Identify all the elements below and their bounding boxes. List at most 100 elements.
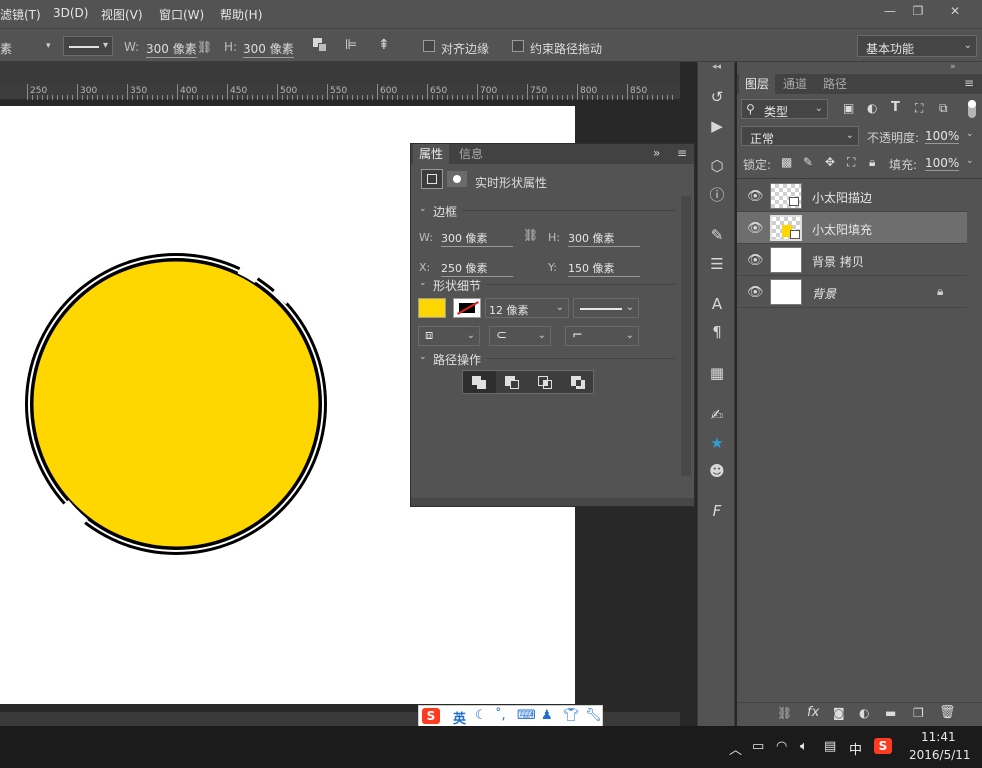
adjustments-icon[interactable]: ☰ bbox=[706, 253, 728, 275]
lock-transparent-icon[interactable]: ▩ bbox=[781, 155, 792, 169]
filter-toggle[interactable] bbox=[968, 100, 976, 118]
stroke-style-dropdown[interactable]: ⌄ bbox=[573, 298, 639, 318]
new-layer-icon[interactable]: ❐ bbox=[913, 706, 924, 720]
3d-icon[interactable]: ⬡ bbox=[706, 155, 728, 177]
eye-icon[interactable]: 👁︎ bbox=[747, 253, 764, 268]
chevron-down-icon[interactable]: ⌄ bbox=[966, 129, 974, 139]
star-icon[interactable]: ★ bbox=[706, 432, 728, 454]
constrain-path-checkbox[interactable] bbox=[512, 40, 524, 52]
volume-icon[interactable]: 🔈︎ bbox=[800, 739, 808, 754]
height-input[interactable]: 300 像素 bbox=[568, 230, 640, 247]
filter-kind-dropdown[interactable]: ⚲ 类型 ⌄ bbox=[741, 99, 828, 119]
layer-name[interactable]: 背景 bbox=[812, 285, 836, 302]
keyboard-icon[interactable]: ⌨ bbox=[517, 708, 536, 723]
width-input[interactable]: 300 像素 bbox=[146, 40, 197, 58]
stroke-corner-dropdown[interactable]: ⌐ ⌄ bbox=[565, 326, 639, 346]
moon-icon[interactable]: ☾ bbox=[475, 708, 487, 723]
sogou-logo-icon[interactable]: S bbox=[422, 708, 440, 724]
lock-all-icon[interactable]: 🔒︎ bbox=[869, 155, 875, 170]
stroke-align-dropdown[interactable]: ⧈ ⌄ bbox=[418, 326, 480, 346]
layer-row[interactable]: 👁︎ 背景 🔒︎ bbox=[737, 276, 967, 308]
notification-icon[interactable]: ▤ bbox=[824, 739, 836, 754]
chevron-down-icon[interactable]: ⌄ bbox=[419, 278, 427, 288]
layer-row[interactable]: 👁︎ 背景 拷贝 bbox=[737, 244, 967, 276]
width-input[interactable]: 300 像素 bbox=[441, 230, 513, 247]
brush-settings-icon[interactable]: ✎ bbox=[706, 224, 728, 246]
path-alignment-icon[interactable]: ⊫ bbox=[345, 37, 357, 53]
collapse-icon[interactable]: » bbox=[653, 146, 660, 160]
tab-info[interactable]: 信息 bbox=[453, 144, 489, 164]
layer-name[interactable]: 背景 拷贝 bbox=[812, 253, 864, 270]
minimize-button[interactable]: — bbox=[877, 2, 903, 20]
close-button[interactable]: ✕ bbox=[942, 2, 968, 20]
shape-transform-icon[interactable] bbox=[421, 169, 443, 189]
align-edges-checkbox[interactable] bbox=[423, 40, 435, 52]
stroke-cap-dropdown[interactable]: ⊂ ⌄ bbox=[489, 326, 551, 346]
sogou-tray-icon[interactable]: S bbox=[874, 738, 892, 754]
panel-menu-icon[interactable]: ≡ bbox=[964, 76, 974, 90]
user-icon[interactable]: ☻ bbox=[706, 460, 728, 482]
section-shape-details[interactable]: 形状细节 bbox=[433, 277, 481, 294]
trash-icon[interactable]: 🗑︎ bbox=[939, 705, 956, 720]
tab-properties[interactable]: 属性 bbox=[413, 144, 450, 164]
clock-time[interactable]: 11:41 bbox=[921, 730, 956, 744]
path-arrangement-icon[interactable]: ⇞ bbox=[378, 37, 390, 53]
character-icon[interactable]: A bbox=[706, 293, 728, 315]
chevron-up-icon[interactable]: ︿ bbox=[729, 739, 742, 758]
combine-shapes-icon[interactable] bbox=[463, 371, 496, 393]
height-input[interactable]: 300 像素 bbox=[243, 40, 294, 58]
smart-object-filter-icon[interactable]: ⧉ bbox=[939, 101, 948, 116]
subtract-front-icon[interactable] bbox=[496, 371, 529, 393]
menu-3d[interactable]: 3D(D) bbox=[53, 6, 88, 20]
blend-mode-dropdown[interactable]: 正常 ⌄ bbox=[741, 126, 859, 146]
eye-icon[interactable]: 👁︎ bbox=[747, 189, 764, 204]
workspace-dropdown[interactable]: 基本功能 ⌄ bbox=[857, 35, 977, 57]
menu-filter[interactable]: 滤镜(T) bbox=[0, 6, 41, 23]
fill-color-swatch[interactable] bbox=[418, 298, 446, 318]
restore-button[interactable]: ❐ bbox=[905, 2, 931, 20]
history-icon[interactable]: ↺ bbox=[706, 86, 728, 108]
layer-name[interactable]: 小太阳填充 bbox=[812, 221, 872, 238]
fill-input[interactable]: 100% bbox=[925, 156, 960, 171]
chevron-down-icon[interactable]: ⌄ bbox=[419, 352, 427, 362]
menu-view[interactable]: 视图(V) bbox=[101, 6, 143, 23]
opacity-input[interactable]: 100% bbox=[925, 129, 960, 144]
layer-row-selected[interactable]: 👁︎ 小太阳填充 bbox=[737, 212, 967, 244]
collapse-icon[interactable]: » bbox=[950, 62, 956, 72]
link-icon[interactable]: ⛓ bbox=[197, 40, 212, 54]
type-filter-icon[interactable]: T bbox=[891, 100, 900, 115]
brush-presets-icon[interactable]: ✍ bbox=[706, 404, 728, 426]
adjustment-filter-icon[interactable]: ◐ bbox=[867, 101, 877, 115]
mask-icon[interactable] bbox=[447, 171, 467, 187]
chevron-down-icon[interactable]: ⌄ bbox=[966, 156, 974, 166]
lock-position-icon[interactable]: ✥ bbox=[825, 155, 835, 169]
layer-row[interactable]: 👁︎ 小太阳描边 bbox=[737, 180, 967, 212]
tab-layers[interactable]: 图层 bbox=[739, 74, 776, 94]
skin-icon[interactable]: 👕︎ bbox=[563, 708, 580, 723]
chevron-down-icon[interactable]: ▾ bbox=[46, 41, 51, 51]
chevron-down-icon[interactable]: ⌄ bbox=[419, 204, 427, 214]
tab-channels[interactable]: 通道 bbox=[777, 74, 813, 94]
mask-icon[interactable]: ◙ bbox=[833, 706, 845, 720]
punctuation-icon[interactable]: ˚, bbox=[495, 708, 506, 723]
tab-paths[interactable]: 路径 bbox=[817, 74, 853, 94]
grid-icon[interactable]: ▦ bbox=[706, 362, 728, 384]
panel-menu-icon[interactable]: ≡ bbox=[677, 146, 687, 160]
lock-pixels-icon[interactable]: ✎ bbox=[803, 155, 813, 169]
font-icon[interactable]: F bbox=[706, 500, 728, 522]
layer-name[interactable]: 小太阳描边 bbox=[812, 189, 872, 206]
user-icon[interactable]: ♟ bbox=[541, 708, 553, 723]
info-icon[interactable]: ⓘ bbox=[706, 184, 728, 206]
intersect-shapes-icon[interactable] bbox=[529, 371, 562, 393]
eye-icon[interactable]: 👁︎ bbox=[747, 221, 764, 236]
stroke-width-dropdown[interactable]: 12 像素 ⌄ bbox=[485, 298, 569, 318]
stroke-color-swatch[interactable] bbox=[453, 298, 481, 318]
paragraph-icon[interactable]: ¶ bbox=[706, 321, 728, 343]
properties-scrollbar[interactable] bbox=[681, 196, 691, 476]
wifi-icon[interactable]: ◠ bbox=[776, 739, 787, 754]
menu-help[interactable]: 帮助(H) bbox=[220, 6, 262, 23]
wrench-icon[interactable]: 🔧︎ bbox=[585, 708, 602, 723]
shape-filter-icon[interactable]: ⛶ bbox=[915, 101, 923, 116]
adjustment-icon[interactable]: ◐ bbox=[859, 706, 869, 720]
eye-icon[interactable]: 👁︎ bbox=[747, 285, 764, 300]
